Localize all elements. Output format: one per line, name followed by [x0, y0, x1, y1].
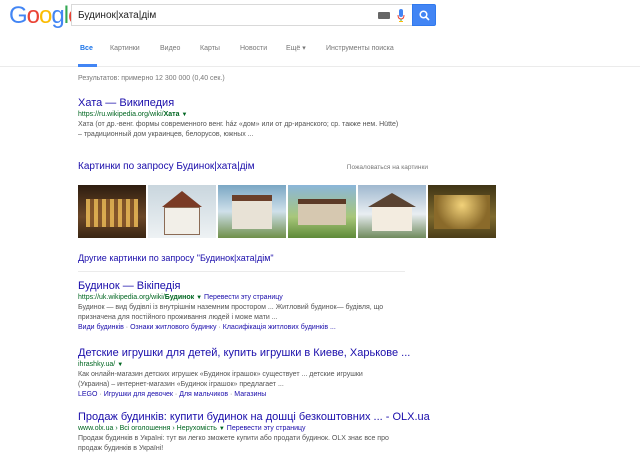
- dropdown-arrow-icon[interactable]: ▼: [181, 112, 187, 118]
- sitelink[interactable]: Магазины: [234, 391, 266, 398]
- tab-more[interactable]: Ещё ▾: [286, 44, 306, 54]
- tab-images[interactable]: Картинки: [110, 44, 140, 54]
- result-url-bold: Хата: [163, 111, 180, 118]
- result-snippet: Будинок — вид будівлі із внутрішнім назе…: [78, 304, 384, 311]
- keyboard-icon[interactable]: [378, 12, 390, 19]
- result-stats: Результатов: примерно 12 300 000 (0,40 с…: [78, 75, 225, 82]
- thumbnail-shape: [368, 193, 416, 207]
- result-snippet: – традиционный дом украинцев, белорусов,…: [78, 131, 254, 138]
- tab-maps[interactable]: Карты: [200, 44, 220, 54]
- sitelinks: LEGO · Игрушки для девочек · Для мальчик…: [78, 391, 267, 398]
- sitelinks: Види будинків · Ознаки житлового будинку…: [78, 324, 336, 331]
- result-snippet: призначена для постійного проживання люд…: [78, 314, 278, 321]
- tab-search-tools[interactable]: Инструменты поиска: [326, 44, 394, 54]
- logo-letter-g: G: [9, 2, 28, 29]
- search-button[interactable]: [412, 4, 436, 26]
- result-title[interactable]: Продаж будинків: купити будинок на дошці…: [78, 411, 458, 424]
- logo-letter-g2: g: [51, 2, 64, 29]
- google-logo[interactable]: Google: [9, 2, 81, 29]
- result-snippet: Хата (от др.-венг. формы современного ве…: [78, 121, 399, 128]
- sitelink[interactable]: Ознаки житлового будинку: [130, 324, 216, 331]
- result-url-bold: Будинок: [164, 294, 195, 301]
- translate-link[interactable]: Перевести эту страницу: [227, 425, 306, 432]
- logo-letter-o1: o: [26, 2, 40, 29]
- result-url-text: ihrashky.ua/: [78, 361, 116, 368]
- result-url-text: https://uk.wikipedia.org/wiki/: [78, 294, 165, 301]
- tab-video[interactable]: Видео: [160, 44, 180, 54]
- search-result: Будинок — Вікіпедія https://uk.wikipedia…: [78, 280, 458, 333]
- search-box: [71, 4, 412, 26]
- tab-all[interactable]: Все: [80, 44, 93, 54]
- search-result: Хата — Википедия https://ru.wikipedia.or…: [78, 97, 458, 140]
- thumbnail-shape: [164, 207, 200, 235]
- result-snippet: продаж будинків в Україні!: [78, 445, 164, 452]
- result-url-text: https://ru.wikipedia.org/wiki/: [78, 111, 164, 118]
- thumbnail-shape: [372, 207, 412, 231]
- microphone-icon[interactable]: [397, 9, 405, 22]
- thumbnail-shape: [434, 195, 490, 229]
- dropdown-arrow-icon[interactable]: ▼: [196, 295, 202, 301]
- sitelink[interactable]: Види будинків: [78, 324, 124, 331]
- translate-link[interactable]: Перевести эту страницу: [204, 294, 283, 301]
- image-thumbnail[interactable]: [218, 185, 286, 238]
- result-snippet: Как онлайн-магазин детских игрушек «Буди…: [78, 371, 363, 378]
- thumbnail-shape: [298, 199, 346, 225]
- result-url: ihrashky.ua/ ▼: [78, 360, 458, 370]
- image-thumbnail[interactable]: [148, 185, 216, 238]
- image-thumbnail[interactable]: [428, 185, 496, 238]
- sitelink[interactable]: Игрушки для девочек: [104, 391, 173, 398]
- divider: [78, 271, 405, 272]
- thumbnail-shape: [232, 195, 272, 229]
- result-url: https://uk.wikipedia.org/wiki/Будинок ▼ …: [78, 293, 458, 303]
- report-images-link[interactable]: Пожаловаться на картинки: [347, 164, 428, 171]
- result-url: www.olx.ua › Всі оголошення › Нерухоміст…: [78, 424, 458, 434]
- more-images-link[interactable]: Другие картинки по запросу "Будинок|хата…: [78, 253, 274, 263]
- active-tab-indicator: [78, 64, 97, 67]
- result-title[interactable]: Хата — Википедия: [78, 97, 458, 110]
- search-icon: [418, 9, 430, 21]
- search-result: Продаж будинків: купити будинок на дошці…: [78, 411, 458, 454]
- dropdown-arrow-icon[interactable]: ▼: [117, 362, 123, 368]
- search-result: Детские игрушки для детей, купить игрушк…: [78, 347, 458, 400]
- result-title[interactable]: Будинок — Вікіпедія: [78, 280, 458, 293]
- result-snippet: (Украина) – интернет-магазин «Будинок іг…: [78, 381, 284, 388]
- image-results: Картинки по запросу Будинок|хата|дім Пож…: [78, 161, 496, 263]
- logo-letter-o2: o: [39, 2, 52, 29]
- sitelink[interactable]: Для мальчиков: [179, 391, 228, 398]
- thumbnail-shape: [162, 191, 202, 207]
- result-url: https://ru.wikipedia.org/wiki/Хата ▼: [78, 110, 458, 120]
- image-thumbnails: [78, 185, 496, 238]
- thumbnail-shape: [86, 199, 138, 227]
- image-thumbnail[interactable]: [358, 185, 426, 238]
- image-thumbnail[interactable]: [288, 185, 356, 238]
- result-title[interactable]: Детские игрушки для детей, купить игрушк…: [78, 347, 458, 360]
- search-input[interactable]: [72, 5, 362, 26]
- search-tabs: Все Картинки Видео Карты Новости Ещё ▾ И…: [0, 33, 640, 67]
- header: Google: [0, 0, 640, 33]
- result-snippet: Продаж будинків в Україні: тут ви легко …: [78, 435, 389, 442]
- tab-news[interactable]: Новости: [240, 44, 267, 54]
- result-url-text: www.olx.ua › Всі оголошення › Нерухоміст…: [78, 425, 217, 432]
- image-thumbnail[interactable]: [78, 185, 146, 238]
- dropdown-arrow-icon[interactable]: ▼: [219, 426, 225, 432]
- sitelink[interactable]: LEGO: [78, 391, 97, 398]
- sitelink[interactable]: Класифікація житлових будинків ...: [223, 324, 336, 331]
